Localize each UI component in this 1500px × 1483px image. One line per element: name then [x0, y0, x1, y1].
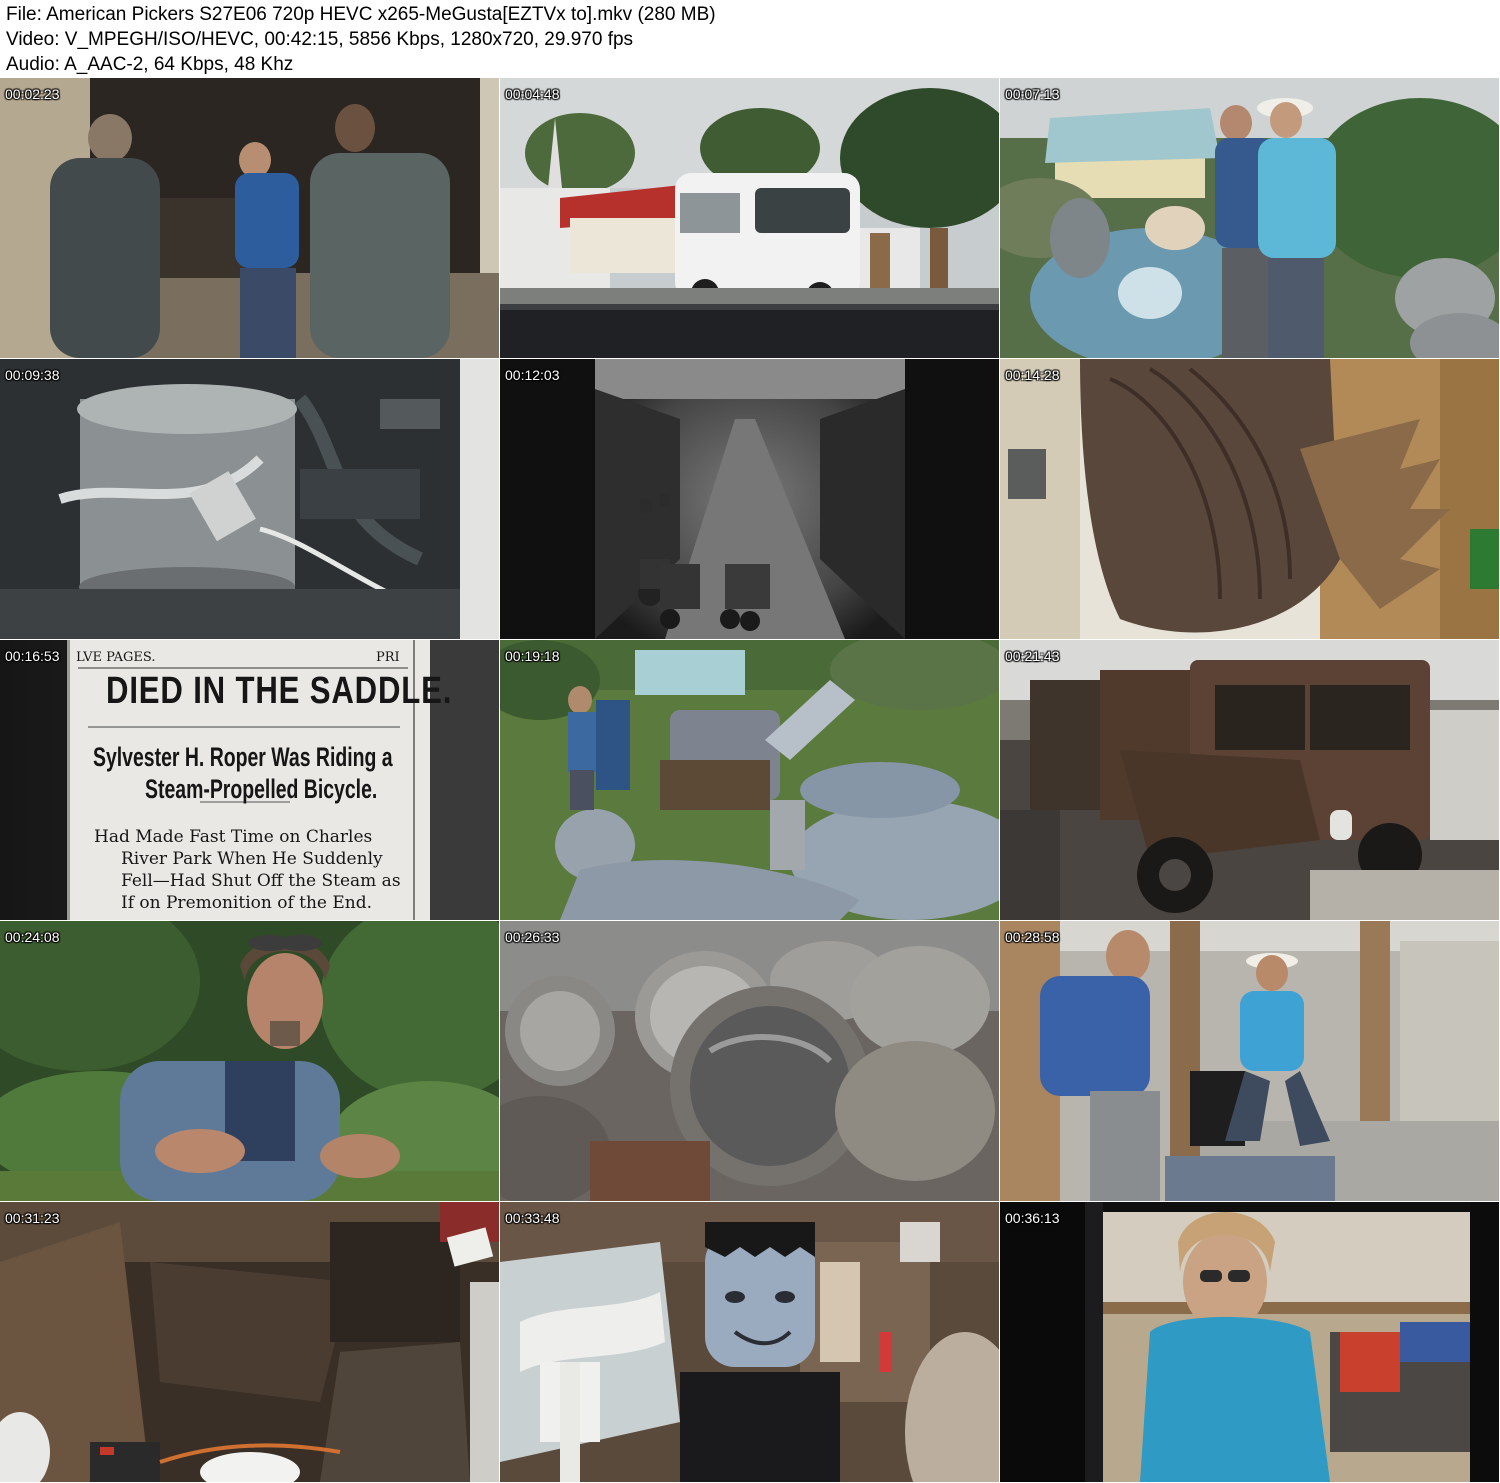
- timestamp: 00:36:13: [1005, 1210, 1060, 1226]
- timestamp: 00:14:28: [1005, 367, 1060, 383]
- thumbnail-11[interactable]: 00:26:33: [500, 921, 999, 1201]
- scene-headlights-pile: [500, 921, 999, 1201]
- scene-interview-forest: [0, 921, 499, 1201]
- timestamp: 00:16:53: [5, 648, 60, 664]
- timestamp: 00:24:08: [5, 929, 60, 945]
- thumbnail-15[interactable]: 00:36:13: [1000, 1202, 1499, 1482]
- timestamp: 00:19:18: [505, 648, 560, 664]
- timestamp: 00:21:43: [1005, 648, 1060, 664]
- thumbnail-4[interactable]: 00:09:38: [0, 359, 499, 639]
- thumbnail-13[interactable]: 00:31:23: [0, 1202, 499, 1482]
- thumbnail-5[interactable]: 00:12:03: [500, 359, 999, 639]
- timestamp: 00:09:38: [5, 367, 60, 383]
- newspaper-body-3: Fell—Had Shut Off the Steam as: [121, 871, 401, 891]
- scene-giant-statues-field: [500, 640, 999, 920]
- timestamp: 00:12:03: [505, 367, 560, 383]
- newspaper-headline: DIED IN THE SADDLE.: [106, 670, 453, 712]
- timestamp: 00:04:48: [505, 86, 560, 102]
- timestamp: 00:02:23: [5, 86, 60, 102]
- scene-archival-bicycles: [500, 359, 999, 639]
- newspaper-body-1: Had Made Fast Time on Charles: [94, 827, 373, 847]
- scene-carved-bird-closeup: [1000, 359, 1499, 639]
- thumbnail-1[interactable]: 00:02:23: [0, 78, 499, 358]
- thumbnail-2[interactable]: 00:04:48: [500, 78, 999, 358]
- timestamp: 00:07:13: [1005, 86, 1060, 102]
- newspaper-pages-label: LVE PAGES.: [76, 650, 156, 665]
- timestamp: 00:31:23: [5, 1210, 60, 1226]
- thumbnail-6[interactable]: 00:14:28: [1000, 359, 1499, 639]
- thumbnail-14[interactable]: 00:33:48: [500, 1202, 999, 1482]
- thumbnail-12[interactable]: 00:28:58: [1000, 921, 1499, 1201]
- scene-woman-in-window: [1000, 1202, 1499, 1482]
- file-info-line: File: American Pickers S27E06 720p HEVC …: [6, 4, 716, 25]
- scene-vehicle-interior: [0, 1202, 499, 1482]
- audio-info-line: Audio: A_AAC-2, 64 Kbps, 48 Khz: [6, 54, 294, 75]
- scene-statue-yard: [1000, 78, 1499, 358]
- thumbnail-3[interactable]: 00:07:13: [1000, 78, 1499, 358]
- thumbnail-10[interactable]: 00:24:08: [0, 921, 499, 1201]
- thumbnail-9[interactable]: 00:21:43: [1000, 640, 1499, 920]
- scene-workshop-gesture: [1000, 921, 1499, 1201]
- scene-frankenstein-figure: [500, 1202, 999, 1482]
- video-info-line: Video: V_MPEGH/ISO/HEVC, 00:42:15, 5856 …: [6, 29, 634, 50]
- timestamp: 00:28:58: [1005, 929, 1060, 945]
- newspaper-subheadline-1: Sylvester H. Roper Was Riding a: [93, 742, 393, 772]
- newspaper-subheadline-2: Steam-Propelled Bicycle.: [145, 774, 378, 804]
- scene-engine-tank: [0, 359, 499, 639]
- scene-old-cars-barn: [1000, 640, 1499, 920]
- thumbnail-grid: 00:02:23 00:04:48 00:07:13 00:09:38 00:1…: [0, 78, 1500, 1483]
- thumbnail-7[interactable]: LVE PAGES. PRI DIED IN THE SADDLE. Sylve…: [0, 640, 499, 920]
- thumbnail-8[interactable]: 00:19:18: [500, 640, 999, 920]
- scene-garage-conversation: [0, 78, 499, 358]
- timestamp: 00:26:33: [505, 929, 560, 945]
- newspaper-price-label: PRI: [376, 650, 400, 665]
- file-info-header: File: American Pickers S27E06 720p HEVC …: [0, 0, 1500, 78]
- newspaper-body-2: River Park When He Suddenly: [121, 849, 383, 869]
- newspaper-body-4: If on Premonition of the End.: [121, 893, 373, 913]
- scene-van-castle-roadside: [500, 78, 999, 358]
- timestamp: 00:33:48: [505, 1210, 560, 1226]
